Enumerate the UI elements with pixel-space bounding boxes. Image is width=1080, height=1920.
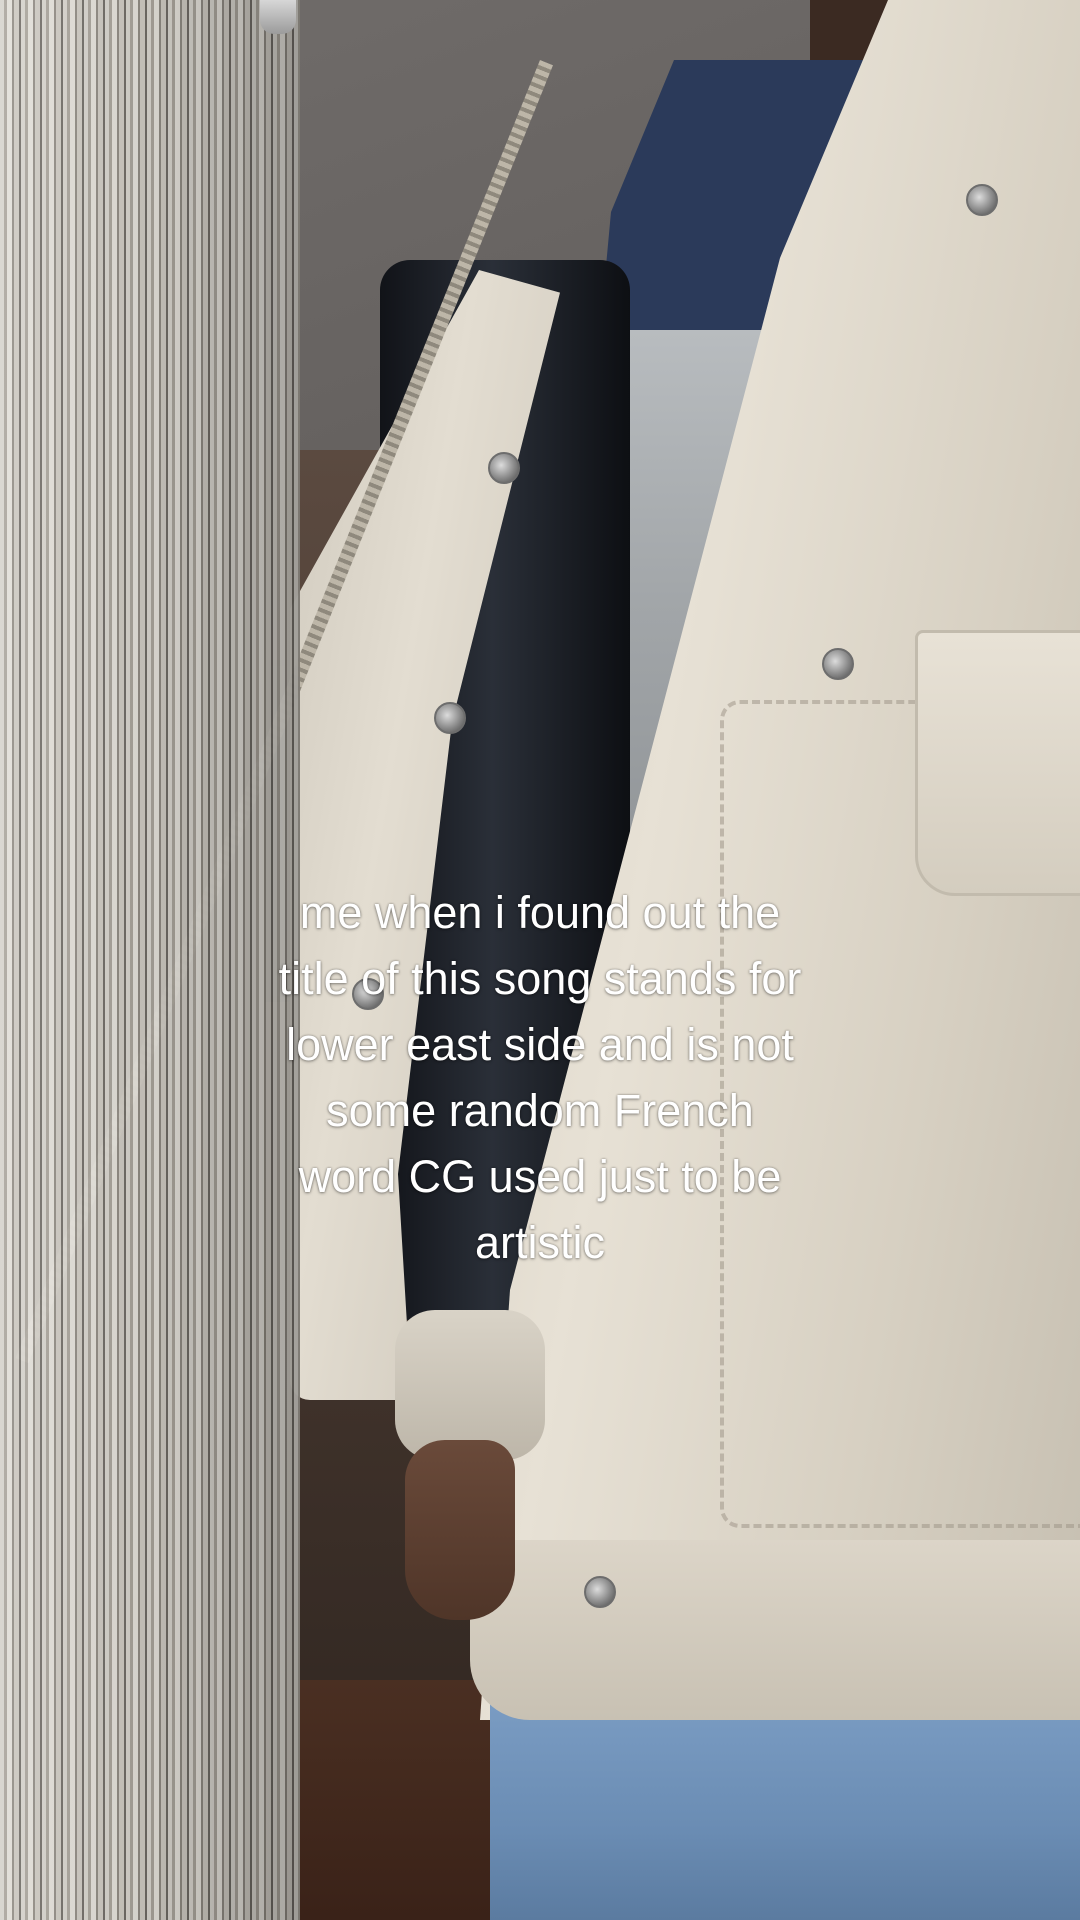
snap-button [822,648,854,680]
curtain-rod-tip [260,0,296,34]
jacket-hem [470,1540,1080,1720]
hand [405,1440,515,1620]
snap-button [488,452,520,484]
caption-text: me when i found out the title of this so… [278,887,802,1268]
snap-button [584,1576,616,1608]
snap-button [966,184,998,216]
photo-frame: me when i found out the title of this so… [0,0,1080,1920]
jacket-sleeve-cuff [395,1310,545,1460]
jacket-pocket-flap [915,630,1080,896]
jeans [490,1700,1080,1920]
snap-button [434,702,466,734]
